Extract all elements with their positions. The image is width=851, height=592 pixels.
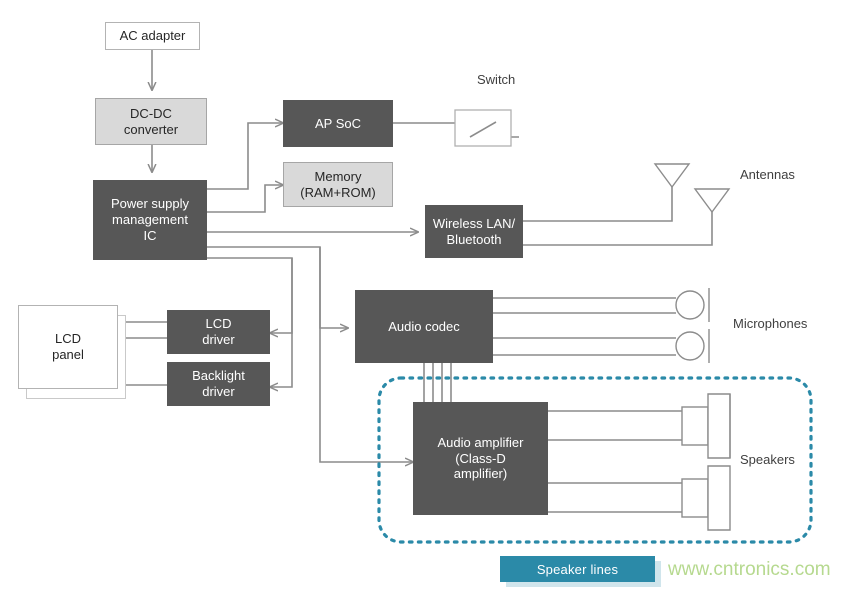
switch-symbol [454, 109, 512, 147]
block-lcd-driver[interactable]: LCD driver [167, 310, 270, 354]
block-ap-soc[interactable]: AP SoC [283, 100, 393, 147]
antenna-symbol [653, 163, 731, 214]
block-power-supply-management-ic[interactable]: Power supply management IC [93, 180, 207, 260]
block-audio-codec[interactable]: Audio codec [355, 290, 493, 363]
label-antennas: Antennas [740, 167, 795, 182]
watermark-text: www.cntronics.com [668, 559, 831, 580]
block-diagram-canvas: AC adapter DC-DC converter Power supply … [0, 0, 851, 592]
block-memory[interactable]: Memory (RAM+ROM) [283, 162, 393, 207]
legend-speaker-lines[interactable]: Speaker lines [500, 556, 655, 582]
label-switch: Switch [477, 72, 516, 87]
block-ac-adapter[interactable]: AC adapter [105, 22, 200, 50]
microphone-symbol [675, 288, 710, 363]
label-microphones: Microphones [733, 316, 808, 331]
block-lcd-panel[interactable]: LCD panel [18, 305, 128, 400]
link-pmic-backlightdriver [270, 258, 293, 387]
block-audio-amplifier[interactable]: Audio amplifier (Class-D amplifier) [413, 402, 548, 515]
speaker-symbol [681, 393, 731, 531]
link-wireless-antenna1 [523, 186, 673, 222]
block-dc-dc-converter[interactable]: DC-DC converter [95, 98, 207, 145]
lcd-panel-front-sheet: LCD panel [18, 305, 118, 389]
block-backlight-driver[interactable]: Backlight driver [167, 362, 270, 406]
link-wireless-antenna2 [523, 211, 713, 246]
label-speakers: Speakers [740, 452, 795, 467]
block-wireless-lan-bluetooth[interactable]: Wireless LAN/ Bluetooth [425, 205, 523, 258]
link-pmic-apsoc [205, 123, 283, 190]
